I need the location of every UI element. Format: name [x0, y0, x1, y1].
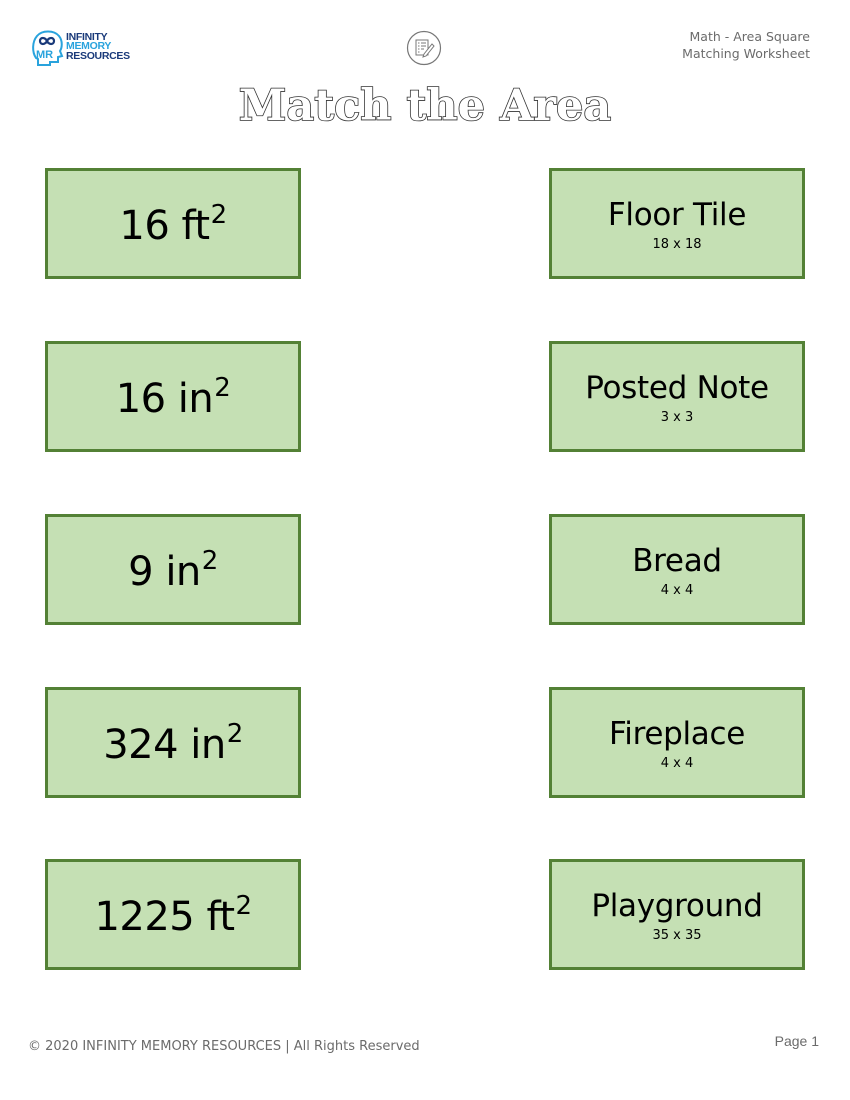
logo-wordmark: INFINITY MEMORY RESOURCES: [66, 32, 130, 62]
item-card[interactable]: Playground 35 x 35: [549, 859, 805, 970]
item-card[interactable]: Bread 4 x 4: [549, 514, 805, 625]
meta-subject: Math - Area Square: [689, 29, 810, 44]
item-dimensions: 4 x 4: [660, 755, 694, 771]
area-card[interactable]: 324 in2: [45, 687, 301, 798]
item-dimensions: 18 x 18: [652, 236, 702, 252]
area-value: 1225 ft2: [94, 890, 252, 940]
area-card[interactable]: 16 ft2: [45, 168, 301, 279]
exponent: 2: [226, 718, 244, 749]
area-value: 324 in2: [103, 718, 243, 768]
item-dimensions: 3 x 3: [660, 409, 694, 425]
company-logo: MR INFINITY MEMORY RESOURCES: [30, 27, 145, 67]
item-name: Playground: [591, 887, 763, 924]
worksheet-meta: Math - Area Square Matching Worksheet: [682, 28, 810, 62]
exponent: 2: [210, 199, 228, 230]
item-card[interactable]: Posted Note 3 x 3: [549, 341, 805, 452]
item-card[interactable]: Fireplace 4 x 4: [549, 687, 805, 798]
area-value: 16 in2: [115, 372, 231, 422]
logo-line-3: RESOURCES: [66, 49, 130, 62]
item-name: Fireplace: [608, 715, 746, 752]
page-number: Page 1: [774, 1033, 819, 1049]
item-dimensions: 4 x 4: [660, 582, 694, 598]
page-title: Match the Area: [0, 78, 850, 132]
exponent: 2: [235, 890, 253, 921]
area-card[interactable]: 1225 ft2: [45, 859, 301, 970]
area-card[interactable]: 9 in2: [45, 514, 301, 625]
area-value: 9 in2: [128, 545, 218, 595]
area-value: 16 ft2: [119, 199, 227, 249]
meta-type: Matching Worksheet: [682, 46, 810, 61]
item-dimensions: 35 x 35: [652, 927, 702, 943]
page-title-text: Match the Area: [239, 81, 611, 131]
exponent: 2: [214, 372, 231, 403]
item-name: Floor Tile: [607, 196, 747, 233]
head-logo-icon: MR: [32, 30, 64, 66]
item-card[interactable]: Floor Tile 18 x 18: [549, 168, 805, 279]
worksheet-pencil-icon: [406, 30, 442, 66]
area-card[interactable]: 16 in2: [45, 341, 301, 452]
exponent: 2: [201, 545, 219, 576]
svg-text:MR: MR: [36, 49, 53, 61]
item-name: Posted Note: [585, 369, 769, 406]
item-name: Bread: [632, 542, 722, 579]
copyright-notice: © 2020 INFINITY MEMORY RESOURCES | All R…: [28, 1039, 420, 1054]
